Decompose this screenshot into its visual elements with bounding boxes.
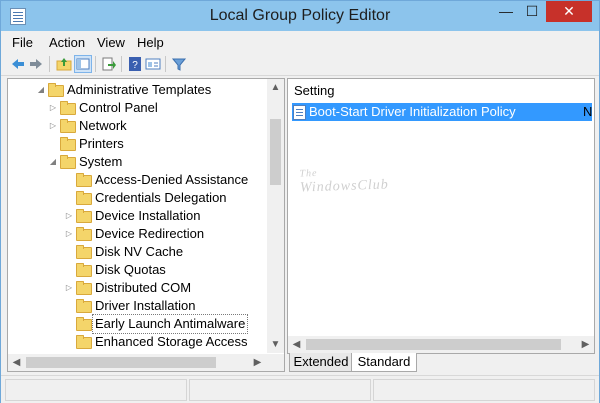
- folder-icon: [48, 83, 64, 97]
- tree-item-label: Printers: [79, 136, 124, 151]
- setting-row[interactable]: Boot-Start Driver Initialization Policy …: [292, 103, 592, 121]
- expand-arrow-icon[interactable]: ▷: [64, 207, 74, 225]
- folder-icon: [76, 227, 92, 241]
- folder-icon: [76, 245, 92, 259]
- minimize-button[interactable]: —: [493, 1, 519, 22]
- tree-vertical-scrollbar[interactable]: ▲ ▼: [267, 79, 284, 353]
- folder-icon: [60, 101, 76, 115]
- expand-arrow-icon[interactable]: ▷: [48, 117, 58, 135]
- details-horizontal-scrollbar[interactable]: ◀ ▶: [288, 336, 594, 353]
- tree-item-label: Credentials Delegation: [95, 190, 227, 205]
- tree-item-label: Administrative Templates: [67, 82, 212, 97]
- expand-arrow-icon[interactable]: ▷: [48, 99, 58, 117]
- up-folder-icon[interactable]: [56, 56, 72, 72]
- scroll-left-arrow-icon[interactable]: ◀: [8, 354, 25, 371]
- column-header-label: Setting: [294, 83, 335, 98]
- tab-extended[interactable]: Extended: [289, 353, 353, 372]
- watermark-line1: The: [299, 167, 318, 180]
- menu-help[interactable]: Help: [137, 35, 164, 50]
- scroll-left-arrow-icon[interactable]: ◀: [288, 336, 305, 353]
- toolbar-separator: [121, 56, 122, 72]
- folder-icon: [76, 173, 92, 187]
- folder-icon: [76, 191, 92, 205]
- menu-file[interactable]: File: [12, 35, 33, 50]
- svg-text:?: ?: [132, 60, 138, 71]
- scroll-up-arrow-icon[interactable]: ▲: [267, 79, 284, 96]
- tree-item-label: Early Launch Antimalware: [91, 314, 249, 334]
- toolbar-separator: [49, 56, 50, 72]
- details-horizontal-scroll-thumb[interactable]: [306, 339, 561, 350]
- tree-item-label: Driver Installation: [95, 298, 196, 313]
- watermark-line2: WindowsClub: [299, 177, 390, 196]
- tree-horizontal-scrollbar[interactable]: ◀ ▶: [8, 354, 284, 371]
- folder-icon: [76, 263, 92, 277]
- folder-icon: [60, 119, 76, 133]
- status-pane: [5, 379, 187, 401]
- folder-icon: [76, 281, 92, 295]
- tree-item-label: Access-Denied Assistance: [95, 172, 249, 187]
- tree-item-label: Disk NV Cache: [95, 244, 184, 259]
- collapse-arrow-icon[interactable]: ◢: [48, 153, 58, 171]
- tree-vertical-scroll-thumb[interactable]: [270, 119, 281, 185]
- menu-view[interactable]: View: [97, 35, 125, 50]
- status-pane: [189, 379, 371, 401]
- tree-pane[interactable]: ◢ Administrative Templates ▷ Control Pan…: [7, 78, 285, 372]
- tab-standard[interactable]: Standard: [351, 353, 417, 372]
- close-button[interactable]: ✕: [546, 1, 592, 22]
- folder-icon: [60, 155, 76, 169]
- properties-icon[interactable]: [145, 56, 161, 72]
- scroll-right-arrow-icon[interactable]: ▶: [577, 336, 594, 353]
- filter-icon[interactable]: [171, 56, 187, 72]
- setting-name: Boot-Start Driver Initialization Policy: [309, 104, 516, 119]
- tree-item-label: Device Redirection: [95, 226, 205, 241]
- show-hide-tree-icon[interactable]: [74, 55, 92, 73]
- folder-icon: [76, 317, 92, 331]
- folder-icon: [76, 209, 92, 223]
- details-pane[interactable]: Setting Boot-Start Driver Initialization…: [287, 78, 595, 354]
- tree-item-label: Enhanced Storage Access: [95, 334, 248, 349]
- tree-horizontal-scroll-thumb[interactable]: [26, 357, 216, 368]
- title-bar[interactable]: Local Group Policy Editor — ☐ ✕: [1, 1, 599, 31]
- status-bar: [1, 375, 599, 403]
- collapse-arrow-icon[interactable]: ◢: [36, 81, 46, 99]
- menu-action[interactable]: Action: [49, 35, 85, 50]
- scroll-right-arrow-icon[interactable]: ▶: [249, 354, 266, 371]
- folder-icon: [76, 299, 92, 313]
- help-icon[interactable]: ?: [127, 56, 143, 72]
- watermark: The WindowsClub: [299, 168, 390, 196]
- setting-state-truncated: N: [583, 104, 593, 119]
- back-icon[interactable]: [10, 56, 26, 72]
- toolbar-separator: [165, 56, 166, 72]
- tree-item-label: Device Installation: [95, 208, 201, 223]
- expand-arrow-icon[interactable]: ▷: [64, 279, 74, 297]
- column-header-setting[interactable]: Setting: [288, 79, 594, 101]
- expand-arrow-icon[interactable]: ▷: [64, 225, 74, 243]
- tree-item-label: Distributed COM: [95, 280, 192, 295]
- scroll-down-arrow-icon[interactable]: ▼: [267, 336, 284, 353]
- maximize-button[interactable]: ☐: [519, 1, 545, 22]
- toolbar-separator: [95, 56, 96, 72]
- forward-icon[interactable]: [28, 56, 44, 72]
- tree-item-label: System: [79, 154, 123, 169]
- view-tabs: Extended Standard: [287, 353, 593, 372]
- export-list-icon[interactable]: [101, 56, 117, 72]
- status-pane: [373, 379, 595, 401]
- tree-item-label: Control Panel: [79, 100, 158, 115]
- app-window: Local Group Policy Editor — ☐ ✕ File Act…: [0, 0, 600, 403]
- tree-item-label: Network: [79, 118, 127, 133]
- folder-icon: [60, 137, 76, 151]
- tree-item-label: Disk Quotas: [95, 262, 166, 277]
- folder-icon: [76, 335, 92, 349]
- policy-setting-icon: [293, 105, 306, 120]
- menu-bar: File Action View Help: [1, 31, 599, 53]
- toolbar: ?: [1, 53, 599, 76]
